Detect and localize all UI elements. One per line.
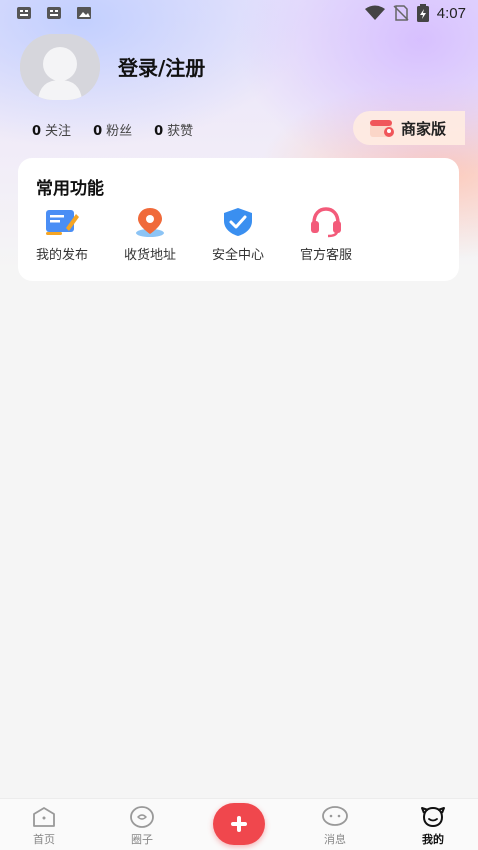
function-security-center[interactable]: 安全中心 [200,206,276,263]
function-my-posts[interactable]: 我的发布 [24,206,100,263]
stat-following[interactable]: 0 关注 [32,120,71,139]
wifi-icon [364,5,385,20]
notification-icon [17,7,31,19]
stat-followers[interactable]: 0 粉丝 [93,120,132,139]
home-icon [33,807,55,827]
login-register-link[interactable]: 登录/注册 [118,52,205,81]
battery-icon [416,4,429,22]
store-icon [370,120,394,137]
merchant-version-button[interactable]: 商家版 [353,111,465,145]
shield-check-icon [224,208,252,236]
function-shipping-address[interactable]: 收货地址 [112,206,188,263]
card-title: 常用功能 [36,179,104,199]
notification-icon [47,7,61,19]
function-customer-service[interactable]: 官方客服 [288,206,364,263]
nav-profile[interactable]: 我的 [403,805,463,847]
nav-circle[interactable]: 圈子 [112,805,172,847]
no-sim-icon [393,5,409,21]
default-avatar-icon [20,34,100,100]
plus-icon [231,816,247,832]
publish-plus-button[interactable] [213,803,265,845]
avatar[interactable] [20,34,100,100]
edit-document-icon [46,210,79,235]
status-bar: 4:07 [0,0,478,26]
headset-icon [311,207,341,238]
status-time: 4:07 [436,4,466,22]
common-functions-card: 常用功能 我的发布 收货地址 安全中心 官方客服 [18,158,459,281]
nav-home[interactable]: 首页 [14,805,74,847]
circle-icon [130,806,154,828]
merchant-label: 商家版 [401,119,447,138]
nav-messages[interactable]: 消息 [305,805,365,847]
profile-icon [421,806,445,828]
stat-likes[interactable]: 0 获赞 [154,120,193,139]
bottom-navigation: 首页 圈子 消息 我的 [0,798,478,850]
message-icon [322,806,348,826]
location-pin-icon [136,208,164,237]
profile-stats: 0 关注 0 粉丝 0 获赞 [32,120,193,139]
image-icon [77,7,91,19]
